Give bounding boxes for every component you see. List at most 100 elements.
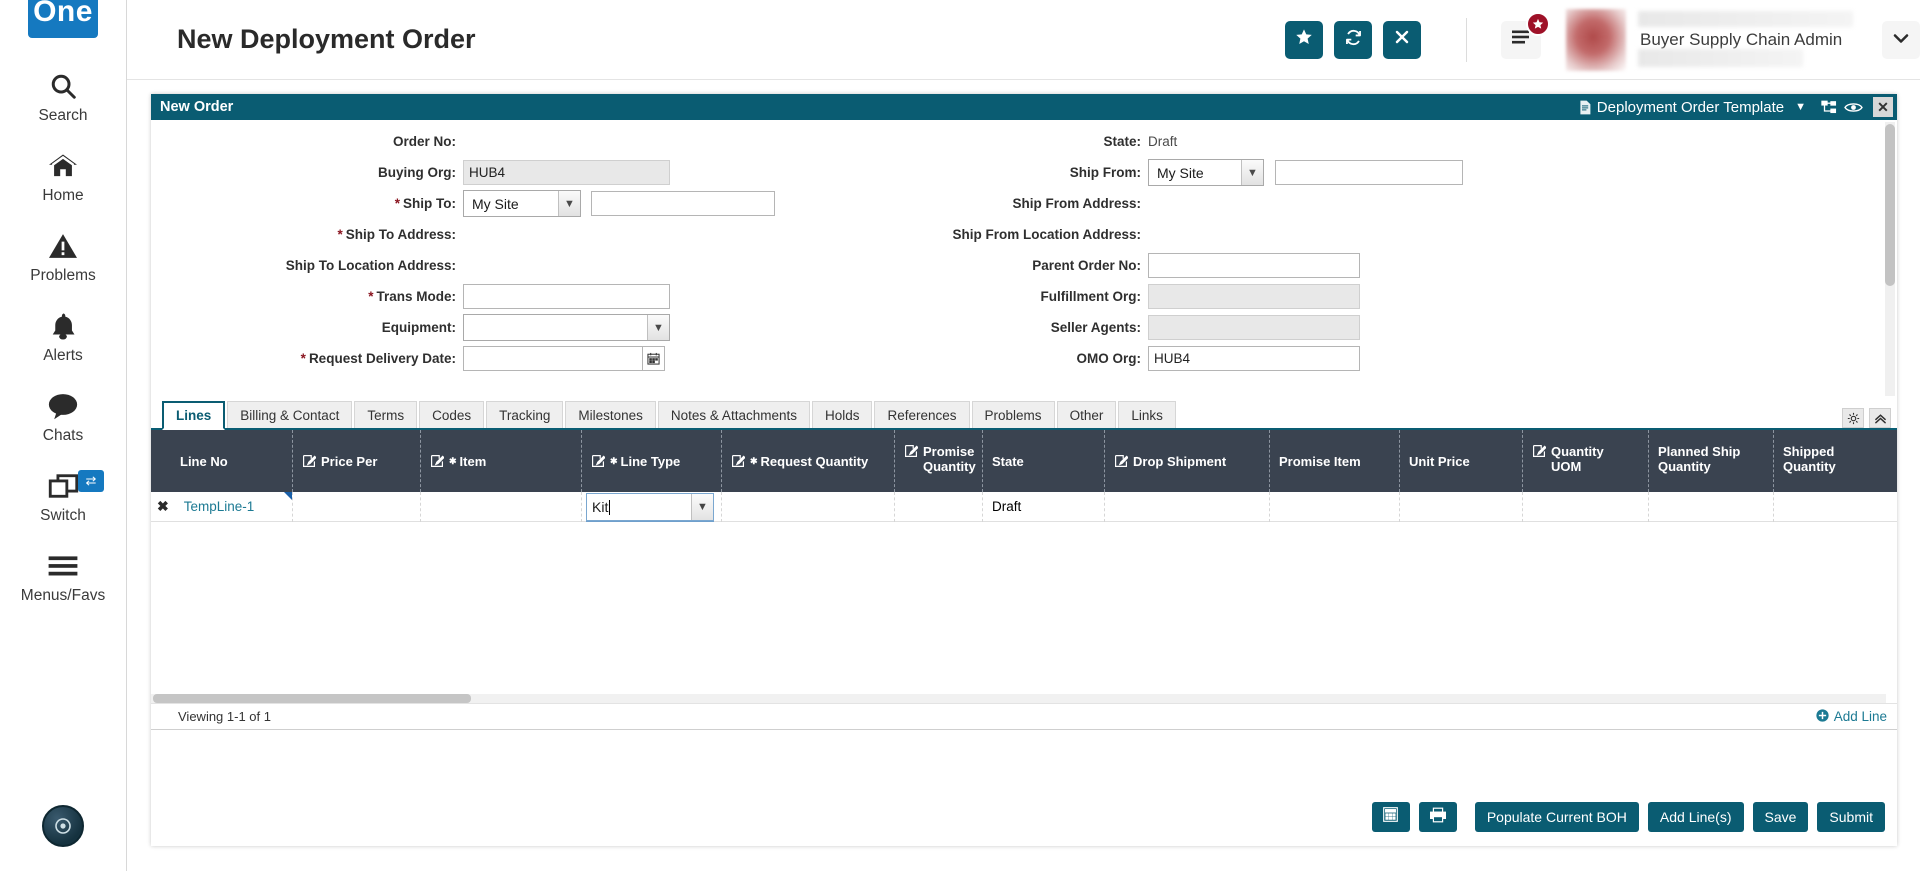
- cell-drop-shipment[interactable]: [1105, 491, 1270, 522]
- trans-mode-input[interactable]: [463, 284, 670, 309]
- field-label: * Ship To Address:: [151, 227, 456, 242]
- grid-horizontal-scrollbar-thumb[interactable]: [153, 694, 471, 703]
- user-area[interactable]: Buyer Supply Chain Admin: [1566, 8, 1920, 71]
- form-scrollbar-thumb[interactable]: [1885, 124, 1895, 286]
- column-header-request-quantity[interactable]: ✱ Request Quantity: [722, 430, 895, 492]
- column-header-label: Drop Shipment: [1133, 453, 1227, 469]
- column-header-shipped-quantity[interactable]: Shipped Quantity: [1774, 430, 1884, 492]
- tab-references[interactable]: References: [874, 401, 970, 428]
- sidebar-item-switch[interactable]: Switch ⇄: [0, 466, 126, 525]
- tab-codes[interactable]: Codes: [419, 401, 485, 428]
- tab-label: Codes: [432, 407, 472, 423]
- cell-planned-ship-quantity[interactable]: [1649, 491, 1774, 522]
- cell-price-per[interactable]: [293, 491, 421, 522]
- required-marker: *: [368, 289, 374, 304]
- edit-pencil-icon: [430, 454, 444, 468]
- tab-links[interactable]: Links: [1118, 401, 1176, 428]
- refresh-button[interactable]: [1334, 20, 1372, 59]
- sidebar-item-home[interactable]: Home: [0, 146, 126, 205]
- buying-org-input[interactable]: HUB4: [463, 160, 670, 185]
- grid-body: ✖ TempLine-1 Kit ▼ Draft: [151, 491, 1897, 664]
- panel-close-button[interactable]: ✕: [1873, 97, 1893, 117]
- ship-to-type-select[interactable]: My Site ▼: [463, 190, 581, 217]
- column-header-label: Promise Quantity: [923, 444, 976, 474]
- tab-tracking[interactable]: Tracking: [486, 401, 564, 428]
- tab-notes-attachments[interactable]: Notes & Attachments: [657, 401, 810, 428]
- sidebar-item-alerts[interactable]: Alerts: [0, 306, 126, 365]
- column-header-promise-item[interactable]: Promise Item: [1270, 430, 1400, 492]
- calculator-button[interactable]: [1371, 802, 1410, 832]
- column-header-planned-ship-quantity[interactable]: Planned Ship Quantity: [1649, 430, 1774, 492]
- help-orb-icon[interactable]: [42, 805, 84, 847]
- tab-lines[interactable]: Lines: [162, 401, 226, 430]
- tab-other[interactable]: Other: [1056, 401, 1117, 428]
- user-menu-button[interactable]: [1882, 20, 1920, 59]
- tab-terms[interactable]: Terms: [354, 401, 418, 428]
- field-ship-from-location-address: Ship From Location Address:: [851, 219, 1551, 250]
- sidebar-item-search[interactable]: Search: [0, 66, 126, 125]
- close-button[interactable]: [1383, 20, 1421, 59]
- column-header-price-per[interactable]: Price Per: [293, 430, 421, 492]
- column-header-drop-shipment[interactable]: Drop Shipment: [1105, 430, 1270, 492]
- cell-line-type[interactable]: Kit ▼: [582, 491, 722, 522]
- seller-agents-input[interactable]: [1148, 315, 1360, 340]
- hierarchy-icon[interactable]: [1821, 100, 1838, 115]
- field-ship-to: * Ship To: My Site ▼: [151, 188, 851, 219]
- caret-down-icon[interactable]: ▼: [1795, 101, 1806, 113]
- equipment-select[interactable]: ▼: [463, 314, 670, 341]
- add-line-button[interactable]: Add Line: [1816, 708, 1887, 725]
- app-logo[interactable]: One: [28, 0, 98, 38]
- column-header-state[interactable]: State: [983, 430, 1105, 492]
- collapse-up-icon[interactable]: [1869, 408, 1891, 428]
- tab-holds[interactable]: Holds: [811, 401, 873, 428]
- calendar-icon[interactable]: [643, 346, 665, 371]
- cell-promise-quantity[interactable]: [895, 491, 983, 522]
- grid-settings-icon[interactable]: [1842, 408, 1864, 428]
- cell-line-no[interactable]: ✖ TempLine-1: [151, 491, 293, 522]
- omo-org-input[interactable]: HUB4: [1148, 346, 1360, 371]
- ship-from-type-select[interactable]: My Site ▼: [1148, 159, 1264, 186]
- column-header-promise-quantity[interactable]: Promise Quantity: [895, 430, 983, 492]
- delete-x-icon[interactable]: ✖: [157, 498, 169, 515]
- line-type-select[interactable]: Kit ▼: [586, 492, 714, 521]
- tab-billing-contact[interactable]: Billing & Contact: [227, 401, 353, 428]
- cell-shipped-quantity[interactable]: [1774, 492, 1884, 522]
- column-header-item[interactable]: ✱ Item: [421, 430, 582, 492]
- save-button[interactable]: Save: [1752, 802, 1809, 832]
- tab-milestones[interactable]: Milestones: [565, 401, 656, 428]
- field-label: Parent Order No:: [1032, 258, 1141, 273]
- fulfillment-org-input[interactable]: [1148, 284, 1360, 309]
- tab-problems[interactable]: Problems: [971, 401, 1055, 428]
- sidebar-item-menus-favs[interactable]: Menus/Favs: [0, 546, 126, 605]
- favorite-button[interactable]: [1285, 20, 1323, 59]
- template-selector-label[interactable]: Deployment Order Template: [1597, 99, 1784, 116]
- parent-order-no-input[interactable]: [1148, 253, 1360, 278]
- edit-pencil-icon: [904, 444, 918, 458]
- sidebar-item-problems[interactable]: Problems: [0, 226, 126, 285]
- cell-item[interactable]: [421, 491, 582, 522]
- submit-button[interactable]: Submit: [1817, 802, 1885, 832]
- populate-current-boh-button[interactable]: Populate Current BOH: [1474, 802, 1639, 832]
- chevron-down-icon[interactable]: ▼: [691, 493, 713, 520]
- panel-title: New Order: [160, 99, 234, 115]
- list-menu-button[interactable]: [1501, 11, 1550, 59]
- column-header-quantity-uom[interactable]: Quantity UOM: [1523, 430, 1649, 492]
- print-button[interactable]: [1418, 802, 1457, 832]
- swap-arrows-icon[interactable]: ⇄: [78, 470, 104, 492]
- column-header-unit-price[interactable]: Unit Price: [1400, 430, 1523, 492]
- cell-request-quantity[interactable]: [722, 491, 895, 522]
- field-label: Ship To Location Address:: [285, 258, 456, 273]
- request-delivery-date-input[interactable]: [463, 346, 643, 371]
- sidebar-item-chats[interactable]: Chats: [0, 386, 126, 445]
- line-no-link[interactable]: TempLine-1: [184, 499, 255, 514]
- ship-from-input[interactable]: [1275, 160, 1463, 185]
- cell-quantity-uom[interactable]: [1523, 491, 1649, 522]
- add-lines-button[interactable]: Add Line(s): [1647, 802, 1744, 832]
- eye-icon[interactable]: [1844, 101, 1863, 114]
- column-header-line-no[interactable]: Line No: [151, 430, 293, 492]
- cell-unit-price[interactable]: [1400, 491, 1523, 522]
- cell-promise-item[interactable]: [1270, 491, 1400, 522]
- ship-to-input[interactable]: [591, 191, 775, 216]
- column-header-line-type[interactable]: ✱ Line Type: [582, 430, 722, 492]
- table-row[interactable]: ✖ TempLine-1 Kit ▼ Draft: [151, 491, 1897, 522]
